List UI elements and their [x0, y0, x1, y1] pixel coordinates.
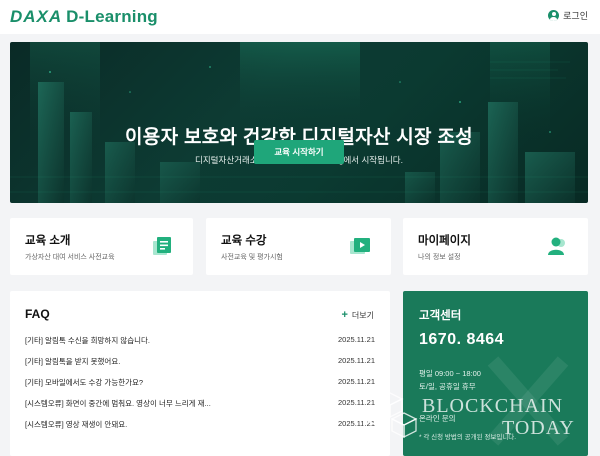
card-subtitle: 나의 정보 설정	[418, 254, 461, 261]
plus-icon: +	[341, 309, 348, 321]
faq-panel: FAQ + 더보기 [기타] 알림톡 수신을 희망하지 않습니다. 2025.1…	[10, 291, 390, 456]
card-subtitle: 사전교육 및 평가시험	[221, 254, 283, 261]
cube-logo-icon	[362, 392, 418, 439]
faq-date: 2025.11.21	[338, 335, 375, 344]
watermark-line2: TODAY	[502, 417, 575, 439]
start-course-button[interactable]: 교육 시작하기	[254, 140, 344, 164]
card-title: 교육 수강	[221, 235, 267, 247]
faq-date: 2025.11.21	[338, 377, 375, 386]
hero-banner: 이용자 보호와 건강한 디지털자산 시장 조성 디지털자산거래소 공동협의체 D…	[10, 42, 588, 203]
faq-item[interactable]: [시스템오류] 영상 재생이 안돼요. 2025.11.21	[25, 419, 375, 433]
faq-item[interactable]: [시스템오류] 화면이 중간에 멈춰요. 영상이 너무 느리게 재... 202…	[25, 398, 375, 412]
card-title: 교육 소개	[25, 235, 71, 247]
document-icon	[153, 237, 171, 255]
faq-item[interactable]: [기타] 알림톡 수신을 희망하지 않습니다. 2025.11.21	[25, 335, 375, 349]
faq-question: [기타] 알림톡을 받지 못했어요.	[25, 357, 121, 366]
card-subtitle: 가상자산 대여 서비스 사전교육	[25, 254, 115, 261]
faq-question: [기타] 알림톡 수신을 희망하지 않습니다.	[25, 336, 150, 345]
faq-title: FAQ	[25, 307, 50, 321]
cs-hours: 평일 09:00 ~ 18:00 토/일, 공휴일 휴무	[419, 367, 481, 393]
card-course-intro[interactable]: 교육 소개 가상자산 대여 서비스 사전교육	[10, 218, 193, 275]
user-icon	[548, 237, 565, 255]
cs-hours-weekday: 평일 09:00 ~ 18:00	[419, 369, 481, 378]
login-button[interactable]: 로그인	[548, 9, 588, 22]
faq-question: [기타] 모바일에서도 수강 가능한가요?	[25, 378, 144, 387]
faq-date: 2025.11.21	[338, 356, 375, 365]
watermark-line1: BLOCKCHAIN	[422, 395, 564, 417]
cs-phone[interactable]: 1670. 8464	[419, 331, 504, 349]
login-label: 로그인	[563, 11, 588, 21]
site-logo[interactable]: DAXA D-Learning	[10, 7, 158, 27]
logo-brand: DAXA	[10, 7, 63, 26]
faq-more-link[interactable]: + 더보기	[341, 309, 374, 321]
card-title: 마이페이지	[418, 235, 471, 247]
user-circle-icon	[548, 10, 560, 21]
cs-title: 고객센터	[419, 310, 462, 322]
faq-question: [시스템오류] 화면이 중간에 멈춰요. 영상이 너무 느리게 재...	[25, 399, 211, 408]
faq-item[interactable]: [기타] 알림톡을 받지 못했어요. 2025.11.21	[25, 356, 375, 370]
video-icon	[350, 238, 370, 254]
card-mypage[interactable]: 마이페이지 나의 정보 설정	[403, 218, 588, 275]
site-header: DAXA D-Learning 로그인	[0, 0, 600, 34]
card-course-enroll[interactable]: 교육 수강 사전교육 및 평가시험	[206, 218, 391, 275]
blockchain-today-watermark: BLOCKCHAIN TODAY	[362, 391, 592, 443]
logo-text: D-Learning	[66, 7, 158, 26]
faq-question: [시스템오류] 영상 재생이 안돼요.	[25, 420, 128, 429]
faq-item[interactable]: [기타] 모바일에서도 수강 가능한가요? 2025.11.21	[25, 377, 375, 391]
more-label: 더보기	[351, 310, 374, 320]
